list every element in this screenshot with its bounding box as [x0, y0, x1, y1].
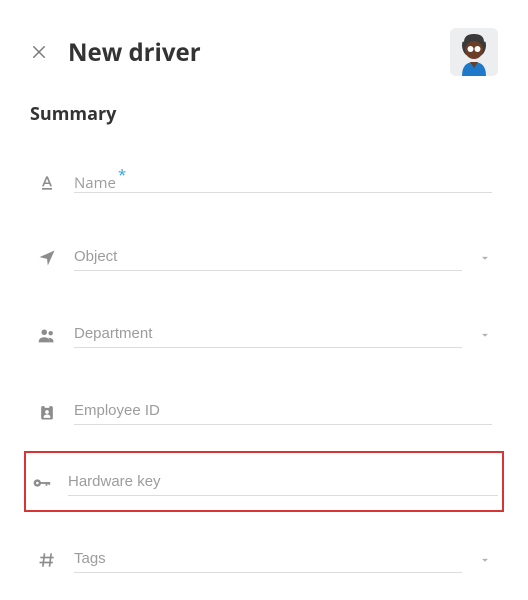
object-input[interactable] [74, 244, 462, 271]
avatar[interactable] [450, 28, 498, 76]
name-label: Name [74, 173, 116, 193]
tags-field[interactable] [74, 546, 462, 573]
row-name: Name * [30, 152, 498, 202]
row-hardware-key [24, 451, 504, 512]
close-icon[interactable] [30, 43, 48, 61]
chevron-down-icon[interactable] [478, 328, 492, 342]
row-department [30, 301, 498, 356]
chevron-down-icon[interactable] [478, 553, 492, 567]
tags-input[interactable] [74, 546, 462, 573]
department-field[interactable] [74, 321, 462, 348]
page-title: New driver [68, 36, 201, 69]
text-style-icon [36, 172, 58, 194]
row-tags [30, 526, 498, 581]
form-content: Summary Name * [30, 102, 498, 581]
id-badge-icon [36, 401, 58, 423]
key-icon [30, 472, 52, 494]
people-icon [36, 324, 58, 346]
header-left: New driver [30, 36, 201, 69]
chevron-down-icon[interactable] [478, 251, 492, 265]
row-employee-id [30, 378, 498, 433]
section-title: Summary [30, 102, 498, 126]
employee-id-field[interactable] [74, 398, 492, 425]
header: New driver [30, 28, 498, 76]
required-mark: * [118, 165, 126, 185]
hash-icon [36, 549, 58, 571]
row-object [30, 224, 498, 279]
location-arrow-icon [36, 247, 58, 269]
hardware-key-input[interactable] [68, 469, 498, 496]
employee-id-input[interactable] [74, 398, 492, 425]
department-input[interactable] [74, 321, 462, 348]
hardware-key-field[interactable] [68, 469, 498, 496]
name-field[interactable]: Name * [74, 173, 492, 193]
object-field[interactable] [74, 244, 462, 271]
